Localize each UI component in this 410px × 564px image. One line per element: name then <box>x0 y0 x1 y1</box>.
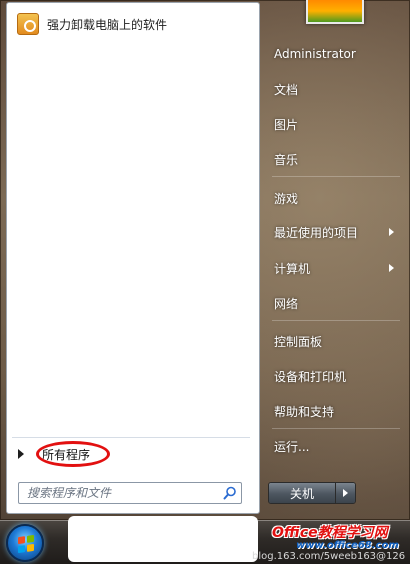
menu-item-label: Administrator <box>274 47 356 61</box>
shutdown-button-group: 关机 <box>268 482 356 504</box>
submenu-arrow-icon <box>389 228 394 236</box>
menu-item-label: 帮助和支持 <box>274 404 335 419</box>
all-programs-button[interactable]: 所有程序 <box>12 442 250 466</box>
menu-item-label: 游戏 <box>274 191 299 206</box>
menu-item-label: 最近使用的项目 <box>274 225 359 240</box>
user-picture[interactable] <box>306 0 364 24</box>
windows-logo-icon <box>18 534 34 553</box>
menu-item-documents[interactable]: 文档 <box>266 75 404 103</box>
menu-item-label: 运行... <box>274 439 310 454</box>
menu-separator <box>272 320 400 321</box>
pinned-program-label: 强力卸载电脑上的软件 <box>47 17 168 32</box>
all-programs-label: 所有程序 <box>42 447 91 462</box>
watermark-blog: blog.163.com/5weeb163@126 <box>252 551 406 562</box>
pinned-program-uninstaller[interactable]: 强力卸载电脑上的软件 <box>11 9 255 39</box>
magnifier-icon <box>223 486 236 500</box>
menu-item-label: 设备和打印机 <box>274 369 347 384</box>
redacted-area <box>68 516 258 562</box>
submenu-arrow-icon <box>389 264 394 272</box>
menu-item-help-support[interactable]: 帮助和支持 <box>266 397 404 425</box>
menu-item-pictures[interactable]: 图片 <box>266 110 404 138</box>
menu-item-run[interactable]: 运行... <box>266 432 404 460</box>
shutdown-label: 关机 <box>289 486 314 501</box>
search-box[interactable] <box>18 482 242 504</box>
menu-item-label: 网络 <box>274 296 299 311</box>
menu-item-label: 音乐 <box>274 152 299 167</box>
menu-item-label: 控制面板 <box>274 334 323 349</box>
search-button[interactable] <box>219 483 241 503</box>
start-button[interactable] <box>6 524 44 562</box>
shutdown-options-button[interactable] <box>335 483 355 503</box>
menu-item-network[interactable]: 网络 <box>266 289 404 317</box>
shutdown-button[interactable]: 关机 <box>269 483 335 503</box>
menu-item-control-panel[interactable]: 控制面板 <box>266 327 404 355</box>
menu-item-label: 图片 <box>274 117 299 132</box>
menu-item-games[interactable]: 游戏 <box>266 184 404 212</box>
triangle-right-icon <box>18 449 24 459</box>
programs-separator <box>12 437 250 438</box>
menu-item-label: 计算机 <box>274 261 311 276</box>
menu-item-music[interactable]: 音乐 <box>266 145 404 173</box>
menu-item-computer[interactable]: 计算机 <box>266 254 404 282</box>
chevron-right-icon <box>343 489 348 497</box>
menu-item-user-folder[interactable]: Administrator <box>266 40 404 68</box>
menu-separator <box>272 428 400 429</box>
menu-item-label: 文档 <box>274 82 299 97</box>
watermark-site-name: Office教程学习网 <box>272 525 388 541</box>
menu-item-recent-items[interactable]: 最近使用的项目 <box>266 218 404 246</box>
menu-item-devices-printers[interactable]: 设备和打印机 <box>266 362 404 390</box>
uninstaller-icon <box>17 13 39 35</box>
search-input[interactable] <box>19 483 219 503</box>
menu-separator <box>272 176 400 177</box>
